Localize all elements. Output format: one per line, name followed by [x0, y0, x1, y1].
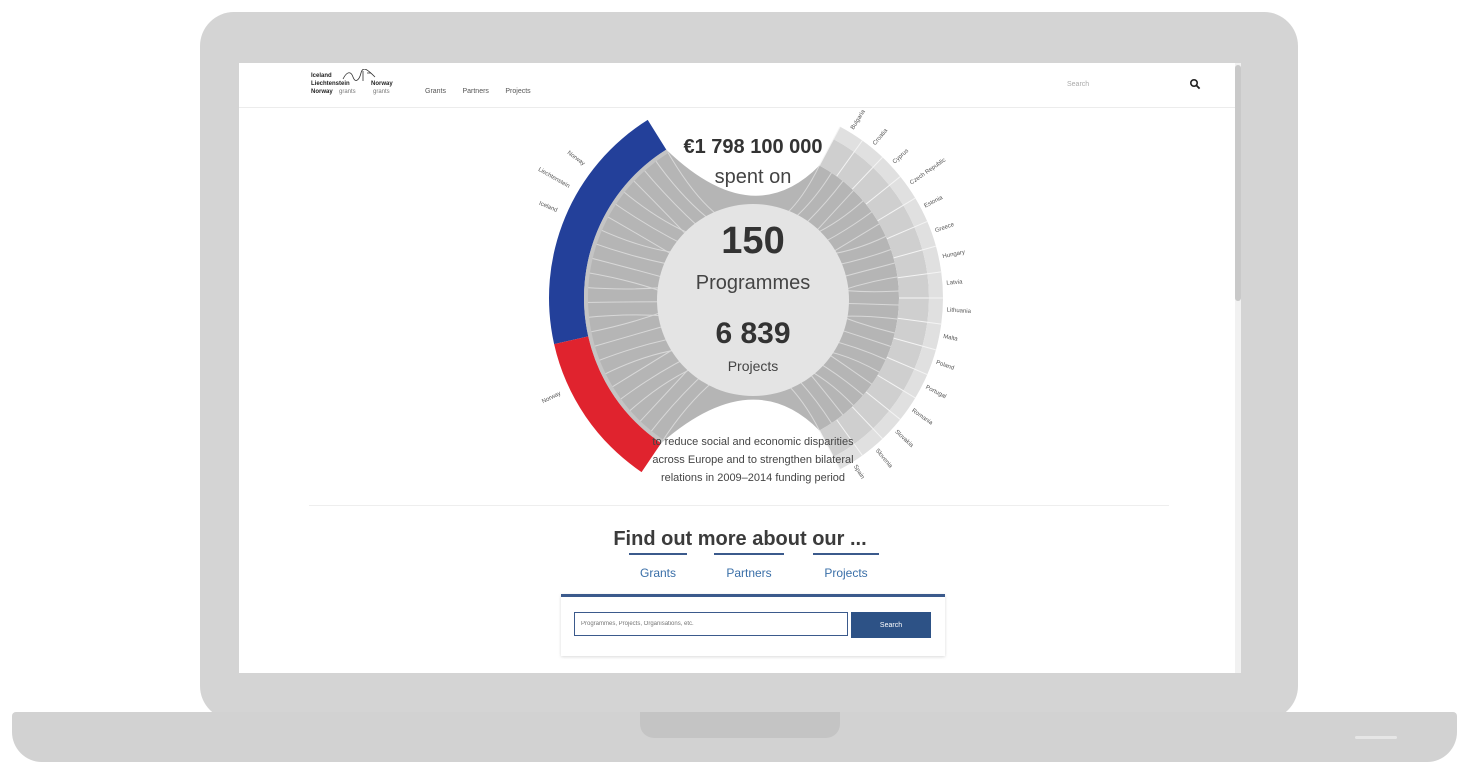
projects-count: 6 839 [715, 317, 790, 350]
main-search-input[interactable] [574, 612, 848, 636]
beneficiary-label: Slovenia [874, 448, 894, 470]
programmes-count: 150 [721, 220, 784, 262]
beneficiary-label: Poland [935, 360, 955, 372]
beneficiary-label: Estonia [923, 195, 944, 210]
spent-on-label: spent on [715, 166, 792, 188]
donor-label: Iceland [538, 201, 558, 214]
total-amount: €1 798 100 000 [683, 136, 822, 158]
projects-label: Projects [728, 358, 779, 374]
beneficiary-label: Greece [934, 222, 955, 234]
tab-projects[interactable]: Projects [813, 553, 879, 591]
beneficiary-label: Croatia [872, 128, 889, 147]
programmes-label: Programmes [696, 272, 810, 294]
description-line-1: to reduce social and economic disparitie… [652, 436, 854, 448]
find-more-title: Find out more about our ... [613, 528, 867, 550]
beneficiary-label: Hungary [942, 250, 965, 260]
laptop-indicator [1355, 736, 1397, 739]
beneficiary-label: Romania [910, 408, 934, 427]
beneficiary-label: Lithuania [946, 307, 971, 315]
beneficiary-label: Latvia [946, 280, 963, 287]
donor-label: Norway [541, 391, 562, 405]
description-line-2: across Europe and to strengthen bilatera… [652, 454, 853, 466]
search-panel: Search [561, 594, 945, 656]
search-button[interactable]: Search [851, 612, 931, 638]
beneficiary-label: Portugal [924, 385, 947, 401]
tab-partners[interactable]: Partners [714, 553, 784, 591]
beneficiary-label: Cyprus [892, 148, 910, 165]
tab-grants[interactable]: Grants [629, 553, 687, 591]
laptop-notch [640, 712, 840, 738]
donor-label: Norway [566, 150, 586, 167]
beneficiary-label: Czech Republic [909, 157, 947, 186]
beneficiary-label: Slovakia [893, 429, 914, 449]
donor-label: Liechtenstein [537, 167, 571, 190]
browser-screen: Iceland Liechtenstein Norway Norway gran… [239, 63, 1241, 673]
beneficiary-label: Spain [852, 464, 865, 480]
section-divider [309, 505, 1169, 506]
description-line-3: relations in 2009–2014 funding period [661, 472, 845, 484]
beneficiary-label: Bulgaria [850, 108, 867, 130]
beneficiary-label: Malta [943, 334, 959, 343]
